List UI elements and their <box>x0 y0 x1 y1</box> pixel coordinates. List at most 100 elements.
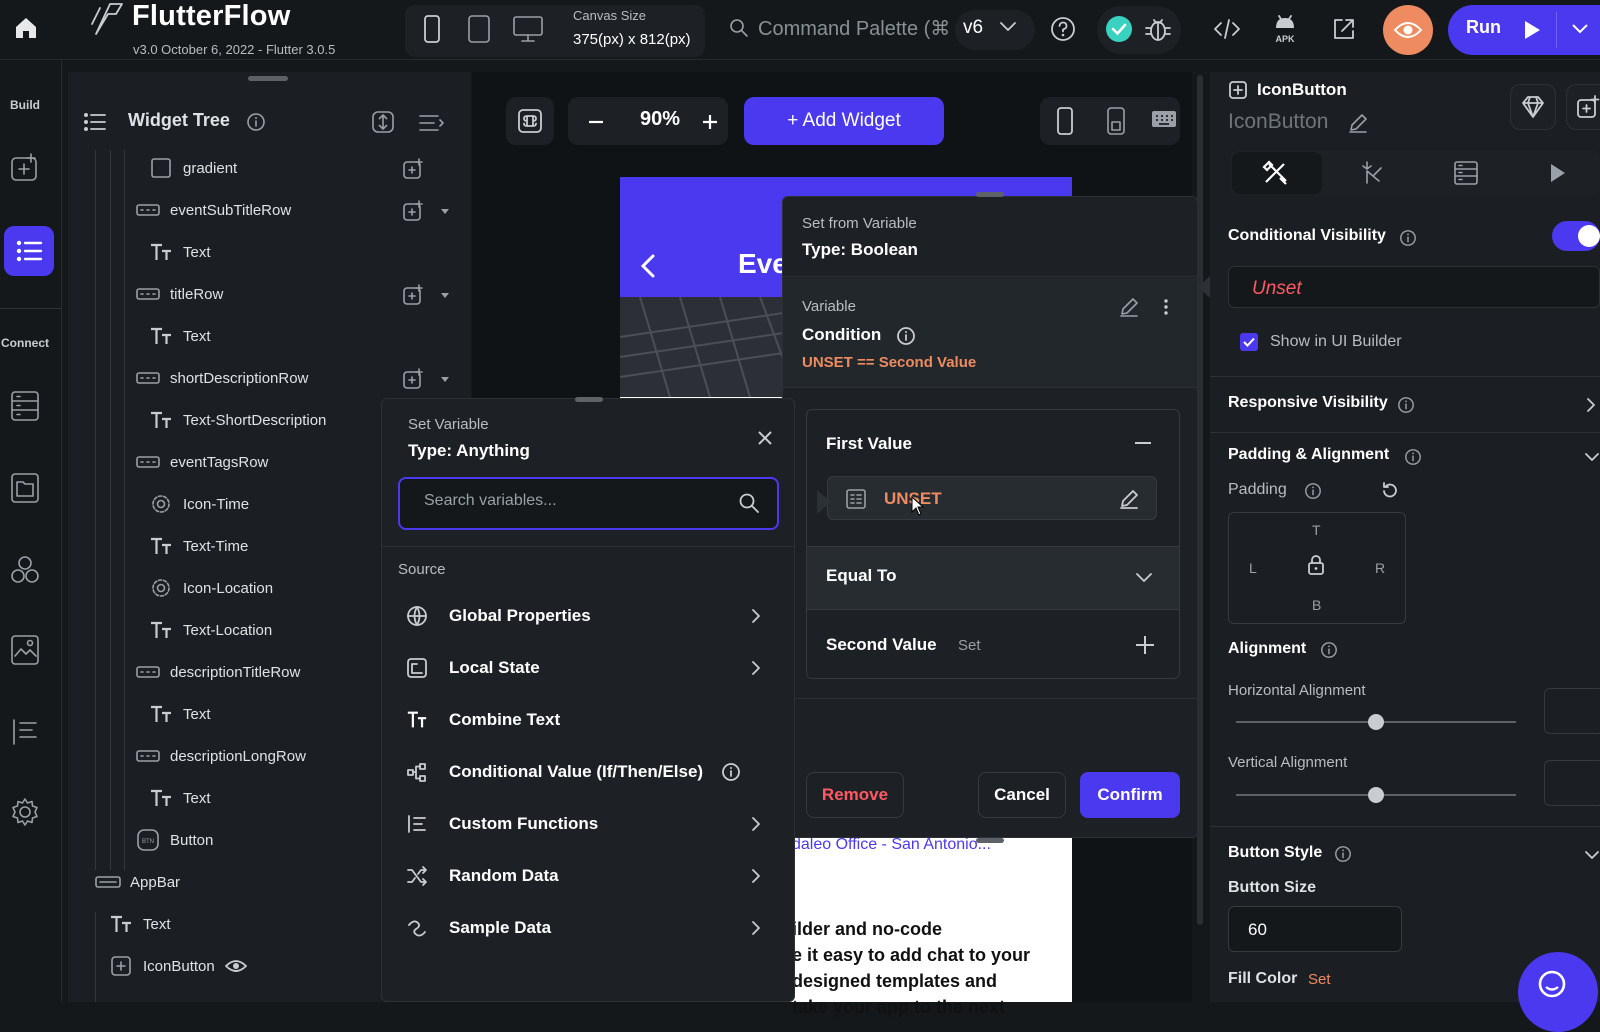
portrait-phone-icon[interactable] <box>1054 106 1076 136</box>
custom-code-icon[interactable] <box>10 716 40 748</box>
panel-drag-handle[interactable] <box>248 76 288 81</box>
info-icon[interactable] <box>1404 448 1422 466</box>
tree-row[interactable]: AppBar <box>95 862 180 902</box>
info-icon[interactable] <box>1334 845 1352 863</box>
slider-knob[interactable] <box>1368 787 1384 803</box>
button-style-label[interactable]: Button Style <box>1228 844 1322 862</box>
add-widget-button[interactable]: + Add Widget <box>744 97 944 145</box>
tab-backend-query-icon[interactable] <box>1452 159 1480 187</box>
settings-gear-icon[interactable] <box>9 796 41 828</box>
add-plus-icon[interactable] <box>1134 634 1156 656</box>
rename-pencil-icon[interactable] <box>1347 112 1369 134</box>
tree-row[interactable]: Text <box>148 232 211 272</box>
info-icon[interactable] <box>1304 482 1322 500</box>
add-child-icon[interactable] <box>402 284 424 306</box>
components-icon[interactable] <box>9 554 41 586</box>
chevron-right-icon[interactable] <box>1586 397 1596 413</box>
media-assets-icon[interactable] <box>10 634 40 666</box>
source-global-properties[interactable]: Global Properties <box>398 590 778 642</box>
search-variables-input[interactable] <box>424 492 724 510</box>
tree-row[interactable]: descriptionTitleRow <box>135 652 300 692</box>
help-icon[interactable] <box>1049 15 1077 43</box>
info-icon[interactable] <box>1399 229 1417 247</box>
zoom-out-icon[interactable] <box>586 112 606 132</box>
vertical-alignment-input[interactable] <box>1544 760 1600 806</box>
tree-row[interactable]: eventTagsRow <box>135 442 268 482</box>
location-link[interactable]: daleo Office - San Antonio... <box>792 836 991 854</box>
cancel-button[interactable]: Cancel <box>978 772 1066 818</box>
tree-row[interactable]: shortDescriptionRow <box>135 358 308 398</box>
lock-icon[interactable] <box>1305 553 1327 577</box>
widget-name[interactable]: IconButton <box>1228 110 1328 134</box>
source-random-data[interactable]: Random Data <box>398 850 778 902</box>
apk-icon[interactable]: APK <box>1270 12 1300 46</box>
remove-button[interactable]: Remove <box>806 772 904 818</box>
panel-drag-handle[interactable] <box>575 397 603 402</box>
database-icon[interactable] <box>10 390 40 422</box>
caret-down-icon[interactable] <box>440 376 450 384</box>
open-external-icon[interactable] <box>1330 15 1358 43</box>
tablet-device-icon[interactable] <box>466 14 492 44</box>
search-variables-field[interactable] <box>398 477 779 530</box>
padding-right[interactable]: R <box>1375 560 1385 576</box>
tree-row[interactable]: descriptionLongRow <box>135 736 306 776</box>
tree-row[interactable]: titleRow <box>135 274 223 314</box>
padding-alignment-label[interactable]: Padding & Alignment <box>1228 446 1389 464</box>
confirm-button[interactable]: Confirm <box>1080 772 1180 818</box>
search-icon[interactable] <box>737 491 761 515</box>
caret-down-icon[interactable] <box>440 208 450 216</box>
info-icon[interactable] <box>896 326 916 346</box>
tree-row[interactable]: Text-Location <box>148 610 272 650</box>
visibility-eye-icon[interactable] <box>224 958 247 974</box>
keyboard-icon[interactable] <box>1150 108 1178 130</box>
info-icon[interactable] <box>1397 396 1415 414</box>
tree-row[interactable]: gradient <box>148 148 237 188</box>
responsive-visibility-label[interactable]: Responsive Visibility <box>1228 394 1388 412</box>
source-local-state[interactable]: Local State <box>398 642 778 694</box>
slider-knob[interactable] <box>1368 714 1384 730</box>
tree-row-selected[interactable]: IconButton <box>108 946 247 986</box>
edit-pencil-icon[interactable] <box>1118 296 1140 318</box>
caret-down-icon[interactable] <box>440 292 450 300</box>
tree-row[interactable]: Text-ShortDescription <box>148 400 326 440</box>
code-icon[interactable] <box>1212 15 1242 43</box>
tree-row[interactable]: Icon-Location <box>148 568 273 608</box>
home-icon[interactable] <box>12 14 40 42</box>
add-child-icon[interactable] <box>402 200 424 222</box>
storage-icon[interactable] <box>10 472 40 504</box>
source-sample-data[interactable]: Sample Data <box>398 902 778 954</box>
check-status-icon[interactable] <box>1104 14 1134 44</box>
tree-row[interactable]: Text <box>148 694 211 734</box>
info-icon[interactable] <box>1320 641 1338 659</box>
bug-icon[interactable] <box>1143 14 1173 44</box>
padding-left[interactable]: L <box>1249 560 1257 576</box>
chevron-down-icon[interactable] <box>1584 850 1600 860</box>
chevron-down-icon[interactable] <box>1584 452 1600 462</box>
tab-animations-icon[interactable] <box>1548 162 1568 184</box>
panel-drag-handle[interactable] <box>976 838 1004 843</box>
source-conditional-value[interactable]: Conditional Value (If/Then/Else) <box>398 746 778 798</box>
tree-row[interactable]: Text <box>148 316 211 356</box>
tree-row[interactable]: Text-Time <box>148 526 248 566</box>
tree-row[interactable]: eventSubTitleRow <box>135 190 291 230</box>
edit-pencil-icon[interactable] <box>1118 488 1140 510</box>
padding-top[interactable]: T <box>1312 522 1321 538</box>
add-page-icon[interactable] <box>9 152 41 184</box>
tree-row[interactable]: Text <box>108 904 171 944</box>
run-options-chevron-icon[interactable] <box>1570 22 1590 36</box>
collapse-minus-icon[interactable] <box>1133 441 1153 445</box>
command-palette[interactable]: Command Palette (⌘ <box>758 16 950 41</box>
info-icon[interactable] <box>246 112 266 132</box>
source-combine-text[interactable]: Combine Text <box>398 694 778 746</box>
canvas-scrollbar[interactable] <box>1197 75 1203 925</box>
add-child-icon[interactable] <box>402 368 424 390</box>
tree-row[interactable]: Text <box>148 778 211 818</box>
tree-row[interactable]: BTN Button <box>135 820 213 860</box>
first-value-chip[interactable] <box>827 476 1157 520</box>
info-icon[interactable] <box>721 762 741 782</box>
zoom-in-icon[interactable] <box>700 112 720 132</box>
phone-device-icon[interactable] <box>421 14 443 44</box>
more-options-icon[interactable] <box>1163 298 1169 316</box>
padding-bottom[interactable]: B <box>1312 597 1321 613</box>
horizontal-alignment-input[interactable] <box>1544 688 1600 734</box>
